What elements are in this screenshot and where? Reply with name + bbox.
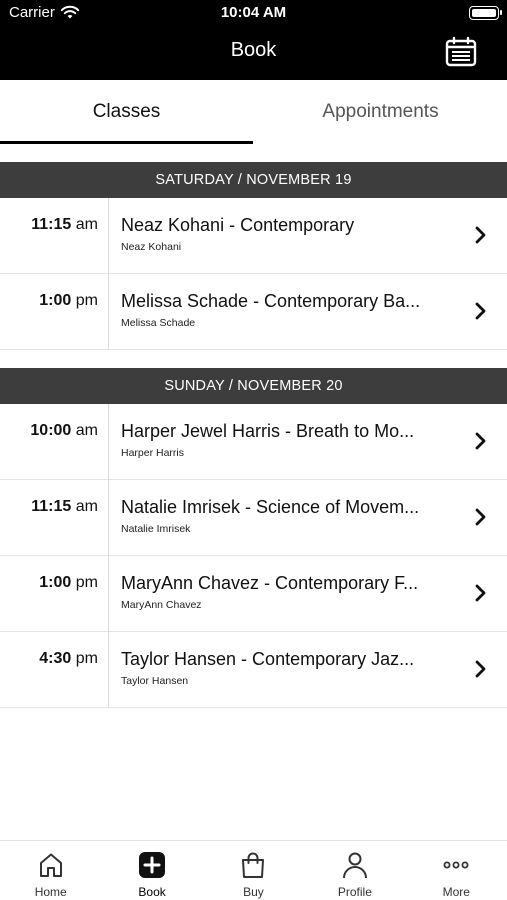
class-time: 4:30 pm <box>39 650 98 668</box>
class-row[interactable]: 1:00 pm Melissa Schade - Contemporary Ba… <box>0 274 507 350</box>
class-name: Natalie Imrisek - Science of Movem... <box>121 497 420 517</box>
chevron-right-icon <box>475 432 486 450</box>
class-time: 1:00 pm <box>39 574 98 592</box>
battery-icon <box>469 6 502 20</box>
class-time-value: 10:00 <box>30 422 72 439</box>
date-section-header: SUNDAY / NOVEMBER 20 <box>0 368 507 404</box>
nav-book-label: Book <box>138 885 166 899</box>
class-name: Melissa Schade - Contemporary Ba... <box>121 291 421 311</box>
chevron-right-icon <box>475 226 486 244</box>
class-row[interactable]: 1:00 pm MaryAnn Chavez - Contemporary F.… <box>0 556 507 632</box>
instructor-name: Natalie Imrisek <box>121 523 191 535</box>
class-time-value: 1:00 <box>39 292 72 309</box>
chevron-right-icon <box>475 302 486 320</box>
status-time: 10:04 AM <box>220 4 287 21</box>
nav-home[interactable]: Home <box>0 841 101 900</box>
chevron-right-icon <box>475 660 486 678</box>
class-time-ampm: pm <box>75 650 98 667</box>
time-column: 4:30 pm <box>0 632 109 708</box>
bottom-tab-bar: Home Book Buy Profile More <box>0 840 507 900</box>
chevron-right-icon <box>475 508 486 526</box>
class-time: 11:15 am <box>31 498 98 516</box>
page-title: Book <box>230 39 277 61</box>
class-time-ampm: am <box>75 422 98 439</box>
segment-tabs: Classes Appointments <box>0 80 507 144</box>
class-time-ampm: am <box>75 498 98 515</box>
class-name: Harper Jewel Harris - Breath to Mo... <box>121 421 415 441</box>
class-time: 11:15 am <box>31 216 98 234</box>
class-name: Neaz Kohani - Contemporary <box>121 215 355 235</box>
nav-buy[interactable]: Buy <box>203 841 304 900</box>
nav-profile[interactable]: Profile <box>304 841 405 900</box>
more-dots-icon <box>443 861 469 869</box>
class-row[interactable]: 4:30 pm Taylor Hansen - Contemporary Jaz… <box>0 632 507 708</box>
status-bar: Carrier 10:04 AM <box>0 0 507 26</box>
class-row[interactable]: 11:15 am Neaz Kohani - Contemporary Neaz… <box>0 198 507 274</box>
instructor-name: Harper Harris <box>121 447 185 459</box>
instructor-name: Taylor Hansen <box>121 675 189 687</box>
class-row[interactable]: 11:15 am Natalie Imrisek - Science of Mo… <box>0 480 507 556</box>
calendar-icon[interactable] <box>445 36 477 68</box>
instructor-name: Neaz Kohani <box>121 241 182 253</box>
chevron-right-icon <box>475 584 486 602</box>
time-column: 11:15 am <box>0 480 109 556</box>
class-time-ampm: pm <box>75 574 98 591</box>
nav-more-label: More <box>442 885 470 899</box>
class-time-value: 4:30 <box>39 650 72 667</box>
date-section-header: SATURDAY / NOVEMBER 19 <box>0 162 507 198</box>
class-name: MaryAnn Chavez - Contemporary F... <box>121 573 419 593</box>
class-time-ampm: am <box>75 216 98 233</box>
time-column: 1:00 pm <box>0 556 109 632</box>
instructor-name: Melissa Schade <box>121 317 196 329</box>
shopping-bag-icon <box>242 852 265 878</box>
nav-buy-label: Buy <box>243 885 264 899</box>
plus-square-icon <box>139 852 166 878</box>
class-time: 1:00 pm <box>39 292 98 310</box>
home-icon <box>39 853 62 877</box>
tab-appointments[interactable]: Appointments <box>254 80 507 144</box>
top-bar: Carrier 10:04 AM Book <box>0 0 507 80</box>
class-time-value: 1:00 <box>39 574 72 591</box>
time-column: 1:00 pm <box>0 274 109 350</box>
nav-home-label: Home <box>34 885 67 899</box>
person-icon <box>342 852 367 879</box>
class-time-value: 11:15 <box>31 498 72 515</box>
class-row[interactable]: 10:00 am Harper Jewel Harris - Breath to… <box>0 404 507 480</box>
tab-classes[interactable]: Classes <box>0 80 253 144</box>
time-column: 10:00 am <box>0 404 109 480</box>
nav-more[interactable]: More <box>406 841 507 900</box>
class-name: Taylor Hansen - Contemporary Jaz... <box>121 649 415 669</box>
instructor-name: MaryAnn Chavez <box>121 599 202 611</box>
time-column: 11:15 am <box>0 198 109 274</box>
class-time: 10:00 am <box>30 422 98 440</box>
class-time-ampm: pm <box>75 292 98 309</box>
nav-profile-label: Profile <box>337 885 372 899</box>
nav-book[interactable]: Book <box>101 841 202 900</box>
class-time-value: 11:15 <box>31 216 72 233</box>
